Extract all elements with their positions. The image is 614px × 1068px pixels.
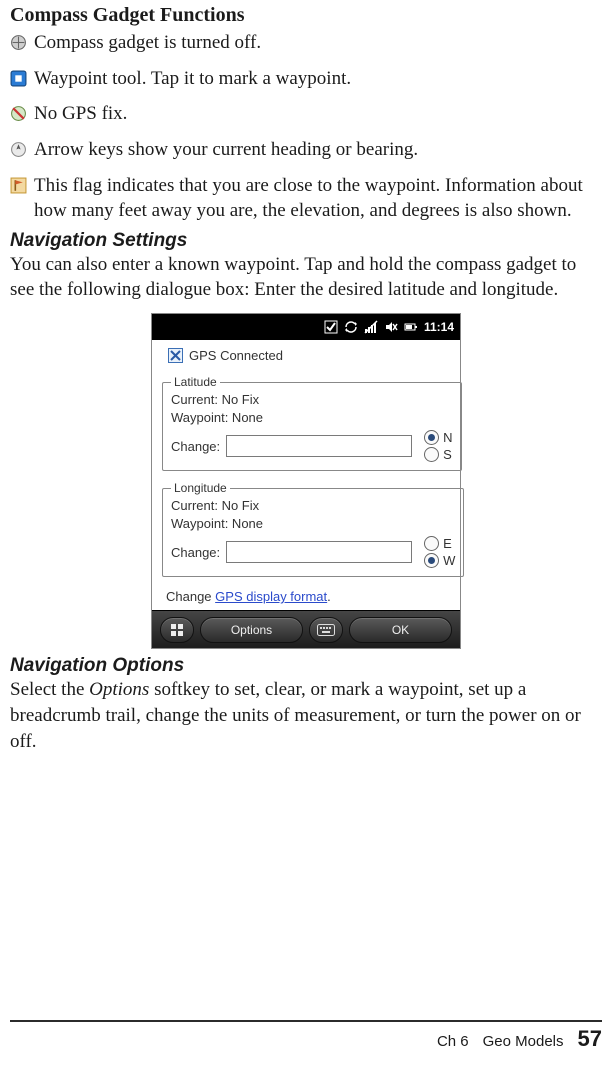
text-flag: This flag indicates that you are close t… xyxy=(34,173,602,224)
latitude-current: Current: No Fix xyxy=(171,391,453,409)
latitude-s-label: S xyxy=(443,447,452,462)
sync-icon xyxy=(344,320,358,334)
nav-options-prefix: Select the xyxy=(10,679,89,700)
battery-icon xyxy=(404,320,418,334)
latitude-legend: Latitude xyxy=(171,375,220,389)
heading-compass-functions: Compass Gadget Functions xyxy=(10,4,602,27)
windows-icon xyxy=(169,622,185,638)
change-format-suffix: . xyxy=(327,589,331,604)
keyboard-icon xyxy=(317,624,335,636)
page-footer: Ch 6 Geo Models 57 xyxy=(10,1020,602,1052)
longitude-change-label: Change: xyxy=(171,545,220,560)
longitude-input[interactable] xyxy=(226,541,412,563)
no-gps-icon xyxy=(10,105,27,122)
check-icon xyxy=(324,320,338,334)
longitude-current: Current: No Fix xyxy=(171,497,455,515)
gps-display-format-link[interactable]: GPS display format xyxy=(215,589,327,604)
longitude-waypoint: Waypoint: None xyxy=(171,515,455,533)
status-time: 11:14 xyxy=(424,320,454,334)
longitude-radio-e[interactable] xyxy=(424,536,439,551)
change-gps-format-line: Change GPS display format. xyxy=(162,587,450,610)
signal-off-icon xyxy=(364,320,378,334)
footer-page-number: 57 xyxy=(578,1026,602,1052)
text-arrow-keys: Arrow keys show your current heading or … xyxy=(34,137,602,163)
footer-chapter: Ch 6 xyxy=(437,1033,469,1050)
heading-nav-options: Navigation Options xyxy=(10,655,602,677)
volume-mute-icon xyxy=(384,320,398,334)
text-compass-off: Compass gadget is turned off. xyxy=(34,30,602,56)
text-waypoint-tool: Waypoint tool. Tap it to mark a waypoint… xyxy=(34,66,602,92)
latitude-input[interactable] xyxy=(226,435,412,457)
options-softkey[interactable]: Options xyxy=(200,617,303,643)
latitude-radio-n[interactable] xyxy=(424,430,439,445)
device-screenshot: 11:14 GPS Connected Latitude Current: No… xyxy=(151,313,461,649)
compass-off-icon xyxy=(10,34,27,51)
nav-options-italic: Options xyxy=(89,679,149,700)
latitude-n-label: N xyxy=(443,430,452,445)
gps-connected-checkbox[interactable] xyxy=(168,348,183,363)
keyboard-softkey[interactable] xyxy=(309,617,343,643)
longitude-fieldset: Longitude Current: No Fix Waypoint: None… xyxy=(162,481,464,577)
longitude-e-label: E xyxy=(443,536,452,551)
text-no-gps: No GPS fix. xyxy=(34,101,602,127)
waypoint-tool-icon xyxy=(10,70,27,87)
gps-connected-label: GPS Connected xyxy=(189,348,283,363)
flag-icon xyxy=(10,177,27,194)
device-status-bar: 11:14 xyxy=(152,314,460,340)
latitude-radio-s[interactable] xyxy=(424,447,439,462)
longitude-legend: Longitude xyxy=(171,481,230,495)
heading-nav-settings: Navigation Settings xyxy=(10,230,602,252)
text-nav-options: Select the Options softkey to set, clear… xyxy=(10,677,602,754)
latitude-change-label: Change: xyxy=(171,439,220,454)
change-format-prefix: Change xyxy=(166,589,215,604)
latitude-waypoint: Waypoint: None xyxy=(171,409,453,427)
text-nav-settings: You can also enter a known waypoint. Tap… xyxy=(10,252,602,303)
longitude-radio-w[interactable] xyxy=(424,553,439,568)
start-button[interactable] xyxy=(160,617,194,643)
longitude-w-label: W xyxy=(443,553,455,568)
ok-softkey[interactable]: OK xyxy=(349,617,452,643)
latitude-fieldset: Latitude Current: No Fix Waypoint: None … xyxy=(162,375,462,471)
arrow-keys-icon xyxy=(10,141,27,158)
footer-title: Geo Models xyxy=(483,1033,564,1050)
device-softkey-bar: Options OK xyxy=(152,610,460,648)
